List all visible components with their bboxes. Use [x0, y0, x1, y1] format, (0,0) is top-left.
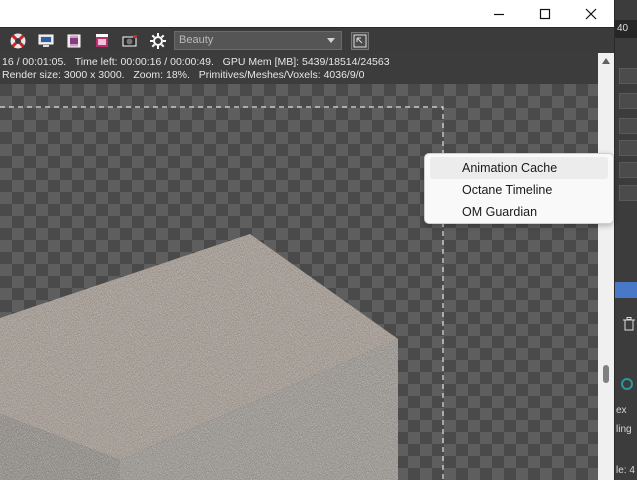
scrollbar-thumb[interactable]: [603, 365, 609, 383]
render-scene: [0, 106, 444, 480]
panel-slot[interactable]: [619, 140, 637, 156]
monitor-icon[interactable]: [37, 32, 55, 50]
menu-item-octane-timeline[interactable]: Octane Timeline: [430, 179, 608, 201]
render-info-line: Render size: 3000 x 3000. Zoom: 18%. Pri…: [2, 69, 365, 81]
chevron-down-icon: [327, 38, 335, 43]
render-box-icon[interactable]: [93, 32, 111, 50]
maximize-button[interactable]: [522, 0, 568, 27]
render-progress-line: 16 / 00:01:05. Time left: 00:00:16 / 00:…: [2, 56, 390, 68]
panel-label-ling: ling: [616, 424, 632, 435]
render-pass-select-value: Beauty: [179, 34, 214, 46]
panel-slot[interactable]: [619, 185, 637, 201]
teal-circle-icon[interactable]: [621, 378, 633, 390]
expand-icon: [353, 34, 367, 48]
minimize-icon: [494, 13, 504, 15]
vertical-scrollbar[interactable]: [598, 53, 614, 480]
menu-item-animation-cache[interactable]: Animation Cache: [430, 157, 608, 179]
window-title-bar: [0, 0, 614, 27]
expand-button[interactable]: [351, 32, 369, 50]
frame-number-field[interactable]: 40: [615, 20, 637, 38]
maximize-icon: [539, 8, 551, 19]
film-reel-icon[interactable]: [65, 32, 83, 50]
lifebuoy-icon[interactable]: [9, 32, 27, 50]
render-pass-select[interactable]: Beauty: [174, 31, 342, 50]
scroll-up-arrow[interactable]: [602, 58, 610, 64]
trash-button[interactable]: [623, 316, 635, 335]
panel-slot[interactable]: [619, 93, 637, 109]
menu-item-om-guardian[interactable]: OM Guardian: [430, 201, 608, 223]
right-dock-panel: 40 ex ling le: 4: [614, 0, 637, 480]
render-toolbar: Beauty: [0, 27, 614, 53]
panel-slot[interactable]: [619, 118, 637, 134]
minimize-button[interactable]: [476, 0, 522, 27]
render-status-text: 16 / 00:01:05. Time left: 00:00:16 / 00:…: [0, 53, 598, 84]
trash-icon: [623, 317, 635, 331]
panel-slot[interactable]: [619, 68, 637, 84]
panel-label-le: le: 4: [616, 465, 635, 476]
close-icon: [585, 8, 597, 19]
panel-label-ex: ex: [616, 405, 627, 416]
settings-icon[interactable]: [149, 32, 167, 50]
context-menu: Animation Cache Octane Timeline OM Guard…: [424, 153, 614, 224]
selected-row-highlight[interactable]: [615, 282, 637, 298]
render-viewport[interactable]: [0, 84, 598, 480]
camera-icon[interactable]: [121, 32, 139, 50]
panel-slot[interactable]: [619, 162, 637, 178]
close-button[interactable]: [568, 0, 614, 27]
